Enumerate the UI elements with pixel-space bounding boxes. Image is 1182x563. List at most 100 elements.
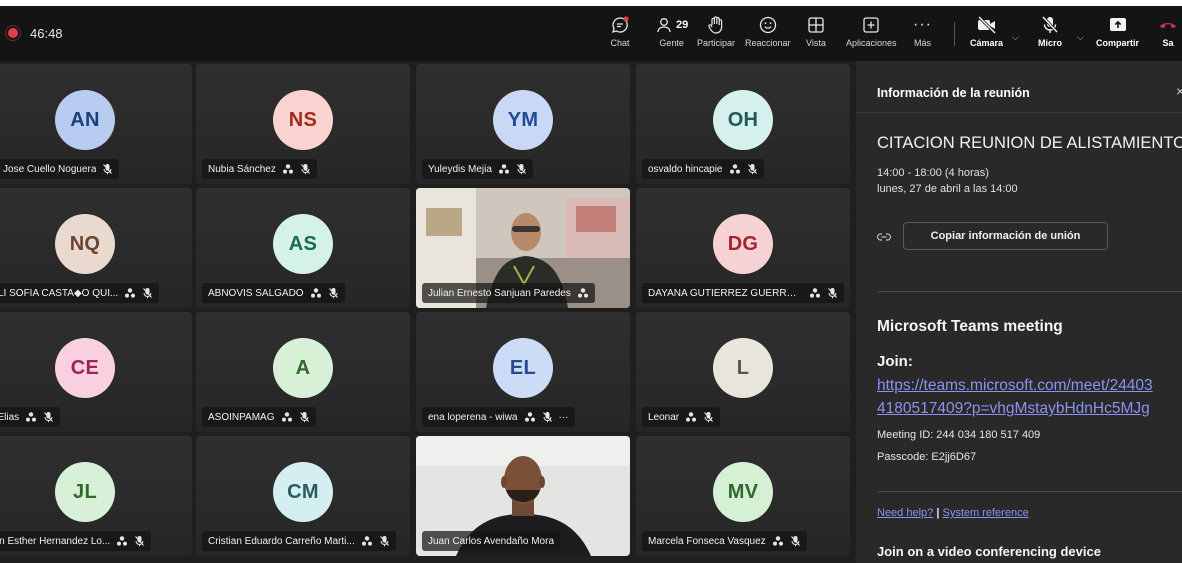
teams-meeting-heading: Microsoft Teams meeting: [877, 318, 1063, 335]
recording-indicator-icon: [8, 28, 18, 38]
organization-icon: [282, 163, 294, 175]
mic-muted-icon: [379, 535, 390, 547]
participant-tile[interactable]: YM Yuleydis Mejia: [416, 64, 630, 184]
mic-muted-icon: [516, 163, 527, 175]
participant-nametag: quelin Esther Hernandez Lo...: [0, 531, 152, 551]
participant-name: Nubia Sánchez: [208, 163, 276, 175]
people-button[interactable]: 29 Gente: [655, 14, 688, 58]
join-label: Join:: [877, 353, 913, 370]
panel-divider: [856, 112, 1182, 113]
share-screen-icon: [1108, 14, 1128, 36]
participant-nametag: ena loperena - wiwa ···: [422, 407, 575, 427]
mic-options-chevron-icon[interactable]: ⌵: [1077, 32, 1084, 43]
avatar-initials: NS: [273, 90, 333, 150]
share-button[interactable]: Compartir: [1096, 14, 1139, 58]
meeting-info-panel: Información de la reunión × CITACION REU…: [856, 61, 1182, 563]
participant-tile[interactable]: Julian Ernesto Sanjuan Paredes: [416, 188, 630, 308]
participant-tile[interactable]: OH osvaldo hincapie: [636, 64, 850, 184]
mic-muted-icon: [299, 411, 310, 423]
avatar-initials: CE: [55, 338, 115, 398]
participant-tile[interactable]: MV Marcela Fonseca Vasquez: [636, 436, 850, 556]
section-divider: [877, 491, 1182, 492]
organization-icon: [524, 411, 536, 423]
organization-icon: [577, 287, 589, 299]
hand-icon: [707, 14, 725, 36]
join-url-line-2[interactable]: 4180517409?p=vhgMstaybHdnHc5MJg: [877, 397, 1182, 420]
participant-nametag: Leonar: [642, 407, 721, 427]
meeting-toolbar: 46:48 Chat 29 Gente Participar Reacciona…: [0, 6, 1182, 61]
need-help-link[interactable]: Need help?: [877, 507, 933, 519]
participant-tile[interactable]: CM Cristian Eduardo Carreño Marti...: [196, 436, 410, 556]
avatar-initials: JL: [55, 462, 115, 522]
participant-name: Leonar: [648, 411, 680, 423]
avatar-initials: A: [273, 338, 333, 398]
organization-icon: [124, 287, 136, 299]
participant-name: ena loperena - wiwa: [428, 411, 518, 423]
participant-nametag: npo Elias: [0, 407, 61, 427]
react-button[interactable]: Reaccionar: [745, 14, 791, 58]
participants-count: 29: [676, 19, 689, 31]
more-button[interactable]: ··· Más: [913, 14, 932, 58]
participant-name: Cristian Eduardo Carreño Marti...: [208, 535, 355, 547]
participant-tile[interactable]: AN ando Jose Cuello Noguera: [0, 64, 192, 184]
mic-muted-icon: [142, 287, 153, 299]
close-panel-icon[interactable]: ×: [1176, 83, 1182, 99]
participant-tile[interactable]: AS ABNOVIS SALGADO: [196, 188, 410, 308]
avatar-initials: DG: [713, 214, 773, 274]
avatar-initials: AS: [273, 214, 333, 274]
mic-muted-icon: [703, 411, 714, 423]
mic-off-icon: [1041, 14, 1059, 36]
mic-button[interactable]: Micro: [1038, 14, 1062, 58]
join-url-link[interactable]: https://teams.microsoft.com/meet/24403 4…: [877, 374, 1182, 420]
participant-tile[interactable]: EL ena loperena - wiwa ···: [416, 312, 630, 432]
participant-tile[interactable]: NS Nubia Sánchez: [196, 64, 410, 184]
participant-tile[interactable]: JL quelin Esther Hernandez Lo...: [0, 436, 192, 556]
participant-tile[interactable]: L Leonar: [636, 312, 850, 432]
organization-icon: [498, 163, 510, 175]
mic-muted-icon: [328, 287, 339, 299]
participant-name: npo Elias: [0, 411, 20, 423]
participant-name: Juan Carlos Avendaño Mora: [428, 535, 555, 547]
avatar-initials: EL: [493, 338, 553, 398]
apps-button[interactable]: Aplicaciones: [846, 14, 897, 58]
mic-muted-icon: [134, 535, 145, 547]
apps-label: Aplicaciones: [846, 38, 897, 48]
copy-join-info-button[interactable]: Copiar información de unión: [903, 222, 1108, 250]
organization-icon: [772, 535, 784, 547]
leave-button[interactable]: Sa: [1158, 14, 1178, 58]
join-url-line-1[interactable]: https://teams.microsoft.com/meet/24403: [877, 374, 1182, 397]
participant-nametag: Julian Ernesto Sanjuan Paredes: [422, 283, 595, 303]
meeting-id: Meeting ID: 244 034 180 517 409: [877, 429, 1041, 441]
participant-nametag: Marcela Fonseca Vasquez: [642, 531, 807, 551]
participant-name: Julian Ernesto Sanjuan Paredes: [428, 287, 571, 299]
people-icon: [655, 16, 673, 34]
system-reference-link[interactable]: System reference: [942, 507, 1028, 519]
participant-nametag: ando Jose Cuello Noguera: [0, 159, 120, 179]
raise-hand-label: Participar: [697, 38, 736, 48]
participant-tile[interactable]: DG DAYANA GUTIERREZ GUERRERO: [636, 188, 850, 308]
participant-name: Marcela Fonseca Vasquez: [648, 535, 766, 547]
camera-button[interactable]: Cámara: [970, 14, 1003, 58]
meeting-date: lunes, 27 de abril a las 14:00: [877, 183, 1018, 195]
mic-muted-icon: [300, 163, 311, 175]
mic-muted-icon: [43, 411, 54, 423]
react-label: Reaccionar: [745, 38, 791, 48]
participant-tile[interactable]: A ASOINPAMAG: [196, 312, 410, 432]
camera-options-chevron-icon[interactable]: ⌵: [1012, 32, 1019, 43]
view-button[interactable]: Vista: [806, 14, 826, 58]
participant-name: Yuleydis Mejia: [428, 163, 492, 175]
participant-name: DAYANA GUTIERREZ GUERRERO: [648, 287, 803, 299]
participant-nametag: ASOINPAMAG: [202, 407, 316, 427]
panel-heading: Información de la reunión: [877, 86, 1030, 100]
chat-button[interactable]: Chat: [610, 14, 630, 58]
participant-nametag: DAYANA GUTIERREZ GUERRERO: [642, 283, 844, 303]
raise-hand-button[interactable]: Participar: [697, 14, 735, 58]
avatar-initials: MV: [713, 462, 773, 522]
participant-tile[interactable]: CE npo Elias: [0, 312, 192, 432]
link-icon: [876, 229, 892, 247]
meeting-timer: 46:48: [30, 26, 63, 41]
leave-label: Sa: [1162, 38, 1174, 48]
participant-tile[interactable]: NQ THALI SOFIA CASTA◆O QUI...: [0, 188, 192, 308]
participant-tile[interactable]: Juan Carlos Avendaño Mora: [416, 436, 630, 556]
participant-more-icon[interactable]: ···: [559, 412, 569, 423]
